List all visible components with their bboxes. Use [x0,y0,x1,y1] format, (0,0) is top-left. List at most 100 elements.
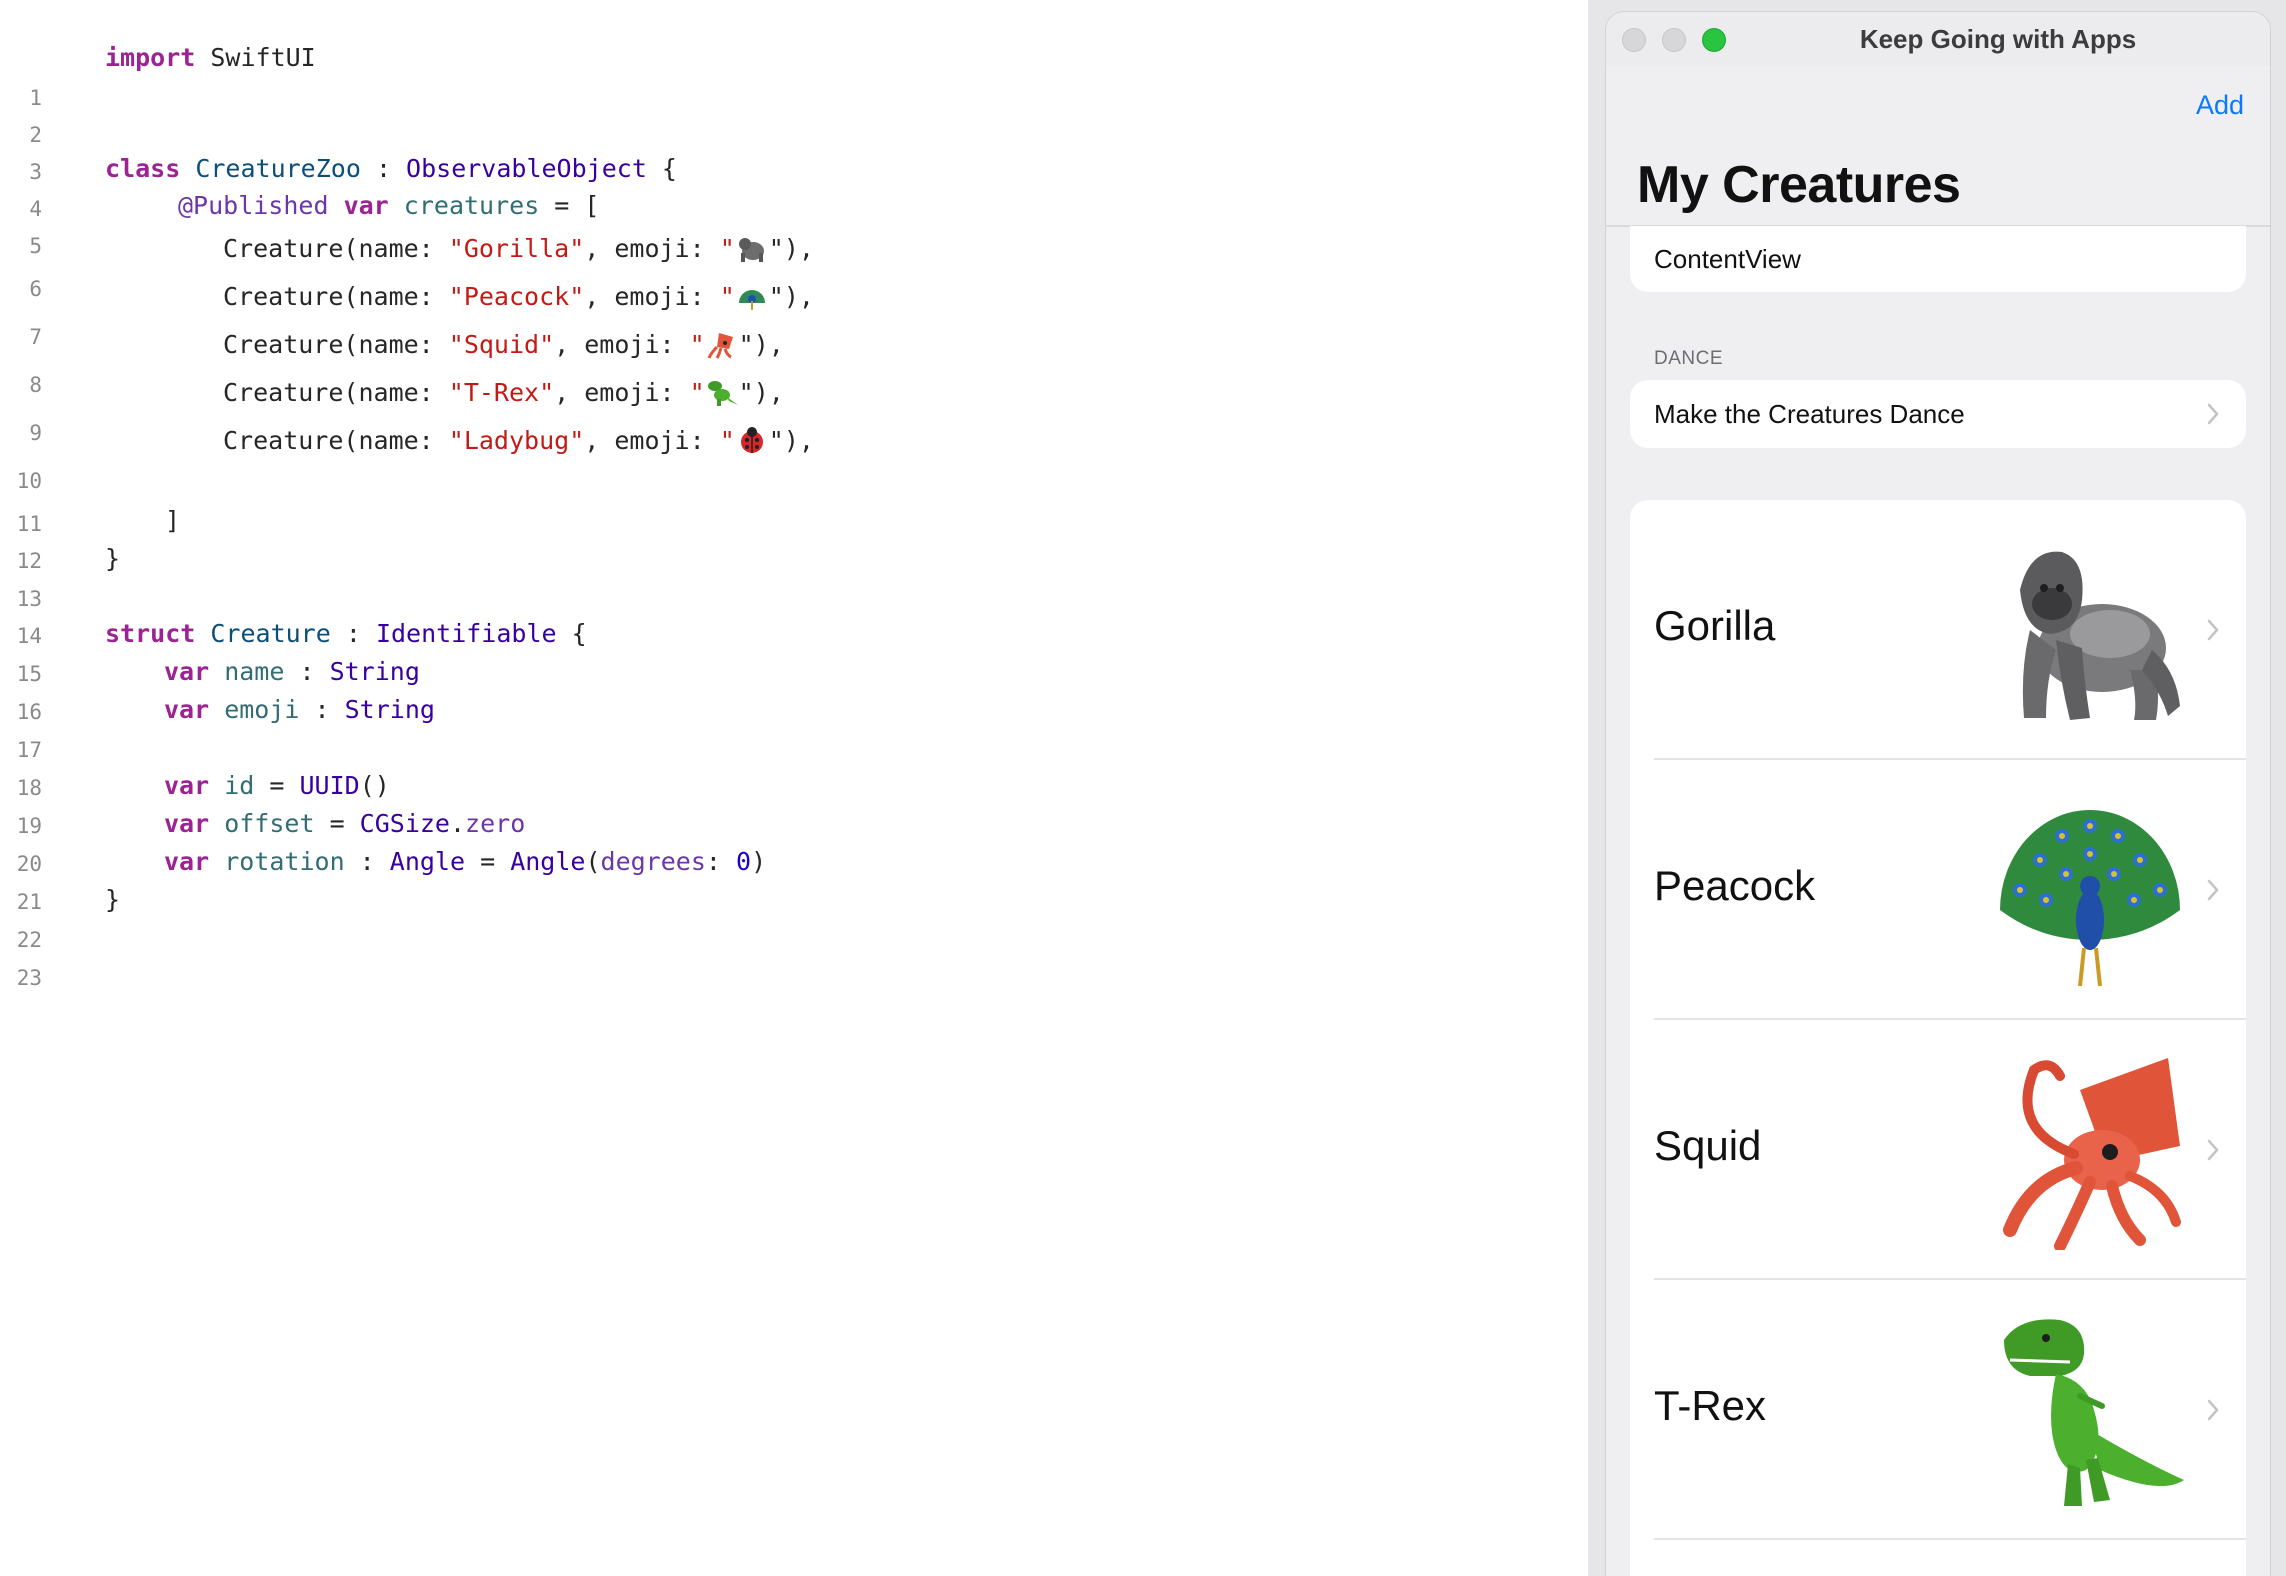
code-token: . [449,809,466,838]
creature-list: Gorilla Peacock Squid T-Rex [1630,500,2246,1576]
content-view-cell[interactable]: ContentView [1630,226,2246,292]
code-token: " [719,234,735,263]
squid-emoji-icon [2003,1058,2181,1250]
gorilla-emoji-icon [738,238,764,262]
code-token: " [689,330,705,359]
code-line: 7 Creature(name: "Peacock", emoji: " "), [0,277,1500,349]
code-token: var [164,771,210,800]
code-token: @Published [178,191,329,220]
trex-emoji-icon [2004,1319,2184,1506]
code-token: degrees [600,847,706,876]
list-item[interactable]: Gorilla [1630,500,2246,760]
chevron-right-icon [2207,403,2219,425]
code-line: 18 [0,728,1500,800]
ladybug-emoji-icon [740,427,763,453]
code-token: var [343,191,389,220]
code-token: : [299,695,345,724]
code-line: 4 class CreatureZoo : ObservableObject { [0,149,1500,221]
peacock-emoji-icon [2000,810,2180,987]
code-token: import [105,43,196,72]
code-token: "T-Rex" [448,378,555,407]
code-token: , emoji: [584,234,720,263]
zoom-button[interactable] [1702,28,1726,52]
code-line: 10 Creature(name: "Ladybug", emoji: " "), [0,421,1500,493]
code-token: "Ladybug" [448,426,585,455]
code-line: 16 var name : String [0,652,1500,724]
code-token: = [314,809,360,838]
code-token: , emoji: [554,378,690,407]
code-token: " [719,282,735,311]
code-token: = [465,847,511,876]
peacock-emoji-icon [738,290,765,310]
page-title: My Creatures [1637,156,1961,214]
code-editor[interactable]: 1 import SwiftUI 2 3 4 class CreatureZoo… [0,0,1588,1576]
code-token: "), [738,330,784,359]
code-token: creatures [388,191,540,220]
code-token: "), [768,426,814,455]
code-token: " [719,426,735,455]
code-token: "), [768,234,814,263]
list-item[interactable]: Peacock [1630,760,2246,1020]
code-token: Creature(name: [223,330,449,359]
code-line: 2 [0,75,1500,147]
code-token: emoji [209,695,300,724]
code-token: Angle [389,847,466,876]
code-token: : [344,847,390,876]
code-token: rotation [209,847,345,876]
add-button[interactable]: Add [2196,90,2244,121]
code-token: SwiftUI [195,43,316,72]
code-line: 5 @Published var creatures = [ [0,186,1500,258]
creature-name: Peacock [1654,862,1816,909]
code-token: { [556,619,587,648]
code-token: : [330,619,376,648]
code-token: var [164,657,210,686]
code-line: 21 var rotation : Angle = Angle(degrees:… [0,842,1500,914]
chevron-right-icon [2207,1139,2219,1161]
code-token: : [284,657,330,686]
close-button[interactable] [1622,28,1646,52]
code-token: "Gorilla" [448,234,585,263]
code-token: var [164,695,210,724]
code-token: Angle [510,847,586,876]
code-token: id [209,771,255,800]
code-token: , emoji: [584,282,720,311]
code-line: 3 [0,112,1500,184]
code-token: ) [751,847,767,876]
dance-cell[interactable]: Make the Creatures Dance [1630,380,2246,448]
app-window: Keep Going with Apps Add My Creatures Co… [1606,12,2270,1576]
code-token: class [105,154,181,183]
code-token: String [329,657,420,686]
code-token: var [164,847,210,876]
code-token: Creature(name: [223,234,449,263]
code-token: () [359,771,390,800]
code-token: UUID [299,771,360,800]
window-titlebar[interactable]: Keep Going with Apps [1606,12,2270,66]
code-token: ( [585,847,601,876]
code-line: 14 [0,576,1500,648]
dance-label: Make the Creatures Dance [1654,399,1965,429]
creature-name: Gorilla [1654,602,1776,649]
code-token: String [344,695,435,724]
code-token: CGSize [359,809,450,838]
code-token: var [164,809,210,838]
code-token: struct [105,619,196,648]
minimize-button[interactable] [1662,28,1686,52]
code-token: ObservableObject [406,154,647,183]
list-item[interactable]: Squid [1630,1020,2246,1280]
trex-emoji-icon [707,381,738,406]
creature-name: Squid [1654,1122,1762,1169]
code-token: Creature(name: [223,378,449,407]
chevron-right-icon [2207,1399,2219,1421]
code-token: } [105,544,121,573]
code-line: 19 var id = UUID() [0,766,1500,838]
creature-name: T-Rex [1654,1382,1767,1429]
list-item[interactable]: T-Rex [1630,1280,2246,1540]
gorilla-emoji-icon [2020,551,2180,720]
code-token: , emoji: [584,426,720,455]
code-token: offset [209,809,315,838]
code-token: name [209,657,285,686]
code-token: ] [165,506,181,535]
code-token: Creature [195,619,331,648]
code-line: 13 } [0,539,1500,611]
code-line: 22 } [0,880,1500,952]
